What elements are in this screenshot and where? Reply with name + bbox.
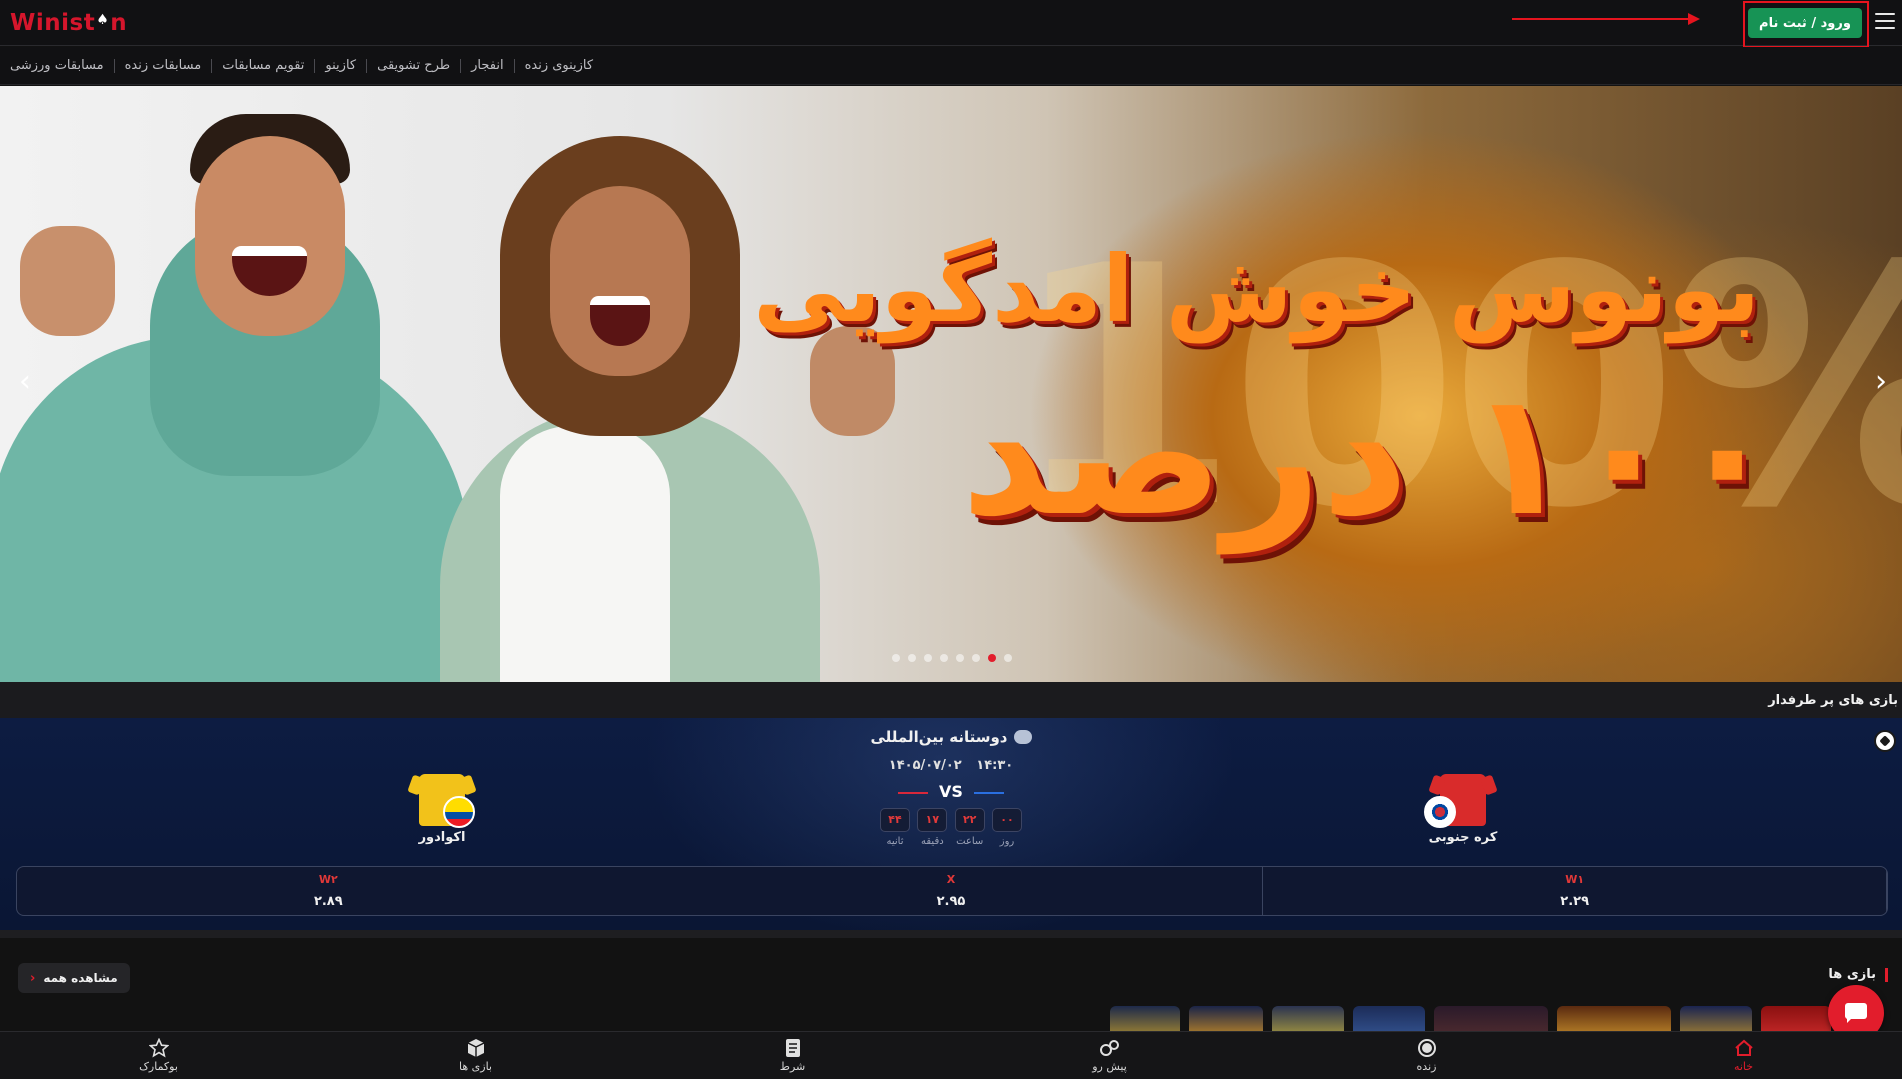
banner-dot[interactable]	[940, 654, 948, 662]
match-time: ۱۴:۳۰	[976, 758, 1014, 773]
person-1-face	[195, 136, 345, 336]
games-title: بازی ها	[1828, 968, 1888, 982]
league-icon	[1013, 730, 1032, 744]
bottom-nav-bookmark[interactable]: بوکمارک	[0, 1032, 317, 1079]
odd-draw[interactable]: X ۲.۹۵	[640, 867, 1264, 915]
vs-line-left	[898, 792, 928, 794]
away-shirt-icon	[419, 774, 475, 828]
upcoming-icon	[951, 1038, 1268, 1058]
login-register-button[interactable]: ورود / ثبت نام	[1748, 8, 1862, 38]
promo-banner[interactable]: 100% بونوس خوش امدگویی ۱۰۰ درصد ‹ ›	[0, 86, 1902, 682]
banner-next-arrow-icon[interactable]: ›	[1866, 362, 1896, 402]
star-icon	[0, 1038, 317, 1058]
home-icon	[1585, 1038, 1902, 1058]
odds-row: W۱ ۲.۲۹ X ۲.۹۵ W۲ ۲.۸۹	[16, 866, 1888, 916]
banner-dot[interactable]	[972, 654, 980, 662]
ecuador-flag-icon	[443, 796, 475, 828]
person-1-fist	[20, 226, 115, 336]
annotation-arrow	[1512, 18, 1692, 20]
popular-title: بازی های پر طرفدار	[1768, 693, 1898, 708]
countdown-days: ۰۰ روز	[992, 808, 1022, 847]
countdown: ۴۴ ثانیه ۱۷ دقیقه ۲۲ ساعت ۰۰ روز	[880, 808, 1022, 847]
banner-dot[interactable]	[908, 654, 916, 662]
bottom-nav-games[interactable]: بازی ها	[317, 1032, 634, 1079]
hamburger-menu-icon[interactable]	[1874, 10, 1896, 32]
spade-icon: ♠	[96, 12, 110, 28]
person-2-shirt	[500, 426, 670, 682]
away-team-name: اکوادور	[418, 830, 466, 845]
banner-dot[interactable]	[956, 654, 964, 662]
nav-promotions[interactable]: طرح تشویقی	[367, 58, 460, 73]
countdown-minutes: ۱۷ دقیقه	[917, 808, 948, 847]
top-bar: Winist ♠ n ورود / ثبت نام	[0, 0, 1902, 48]
banner-subheadline: ۱۰۰ درصد	[960, 356, 1780, 554]
banner-dot[interactable]	[892, 654, 900, 662]
popular-section-header: بازی های پر طرفدار	[0, 682, 1902, 718]
bottom-nav-upcoming[interactable]: پیش رو	[951, 1032, 1268, 1079]
home-team-name: کره جنوبی	[1428, 830, 1498, 845]
betslip-icon	[634, 1038, 951, 1058]
home-shirt-icon	[1424, 774, 1486, 828]
person-2-face	[550, 186, 690, 376]
nav-casino[interactable]: کازینو	[315, 58, 366, 73]
bottom-nav-live[interactable]: زنده	[1268, 1032, 1585, 1079]
nav-crash[interactable]: انفجار	[461, 58, 513, 73]
countdown-seconds: ۴۴ ثانیه	[880, 808, 911, 847]
home-team: کره جنوبی	[1403, 774, 1523, 845]
away-team: اکوادور	[382, 774, 502, 845]
nav-calendar[interactable]: تقویم مسابقات	[212, 58, 314, 73]
banner-dot[interactable]	[988, 654, 996, 662]
countdown-hours: ۲۲ ساعت	[954, 808, 985, 847]
bottom-nav: خانه زنده پیش رو شرط بازی ها بوکمارک	[0, 1031, 1902, 1079]
chevron-left-icon: ‹	[30, 970, 36, 986]
games-icon	[317, 1038, 634, 1058]
see-all-button[interactable]: مشاهده همه ‹	[18, 963, 130, 993]
games-section: بازی ها مشاهده همه ‹	[0, 930, 1902, 1046]
banner-dot[interactable]	[924, 654, 932, 662]
page: Winist ♠ n ورود / ثبت نام مسابقات ورزشی مس…	[0, 0, 1902, 1079]
match-date: ۱۴۰۵/۰۷/۰۲	[888, 758, 962, 773]
bottom-nav-betslip[interactable]: شرط	[634, 1032, 951, 1079]
odd-away-win[interactable]: W۲ ۲.۸۹	[17, 867, 640, 915]
bottom-nav-home[interactable]: خانه	[1585, 1032, 1902, 1079]
league-name: دوستانه بین‌المللی	[0, 728, 1902, 746]
odd-home-win[interactable]: W۱ ۲.۲۹	[1263, 867, 1887, 915]
logo[interactable]: Winist ♠ n	[10, 10, 127, 36]
banner-prev-arrow-icon[interactable]: ‹	[10, 362, 40, 402]
nav-live[interactable]: مسابقات زنده	[115, 58, 212, 73]
vs-label: VS	[939, 782, 963, 801]
match-datetime: ۱۴:۳۰ ۱۴۰۵/۰۷/۰۲	[0, 758, 1902, 773]
main-nav: مسابقات ورزشی مسابقات زنده تقویم مسابقات…	[0, 47, 1902, 85]
banner-dot[interactable]	[1004, 654, 1012, 662]
match-card[interactable]: دوستانه بین‌المللی ۱۴:۳۰ ۱۴۰۵/۰۷/۰۲ VS ۴…	[0, 718, 1902, 930]
south-korea-flag-icon	[1424, 796, 1456, 828]
banner-headline: بونوس خوش امدگویی	[753, 236, 1760, 343]
vs-line-right	[974, 792, 1004, 794]
banner-pagination	[892, 654, 1012, 662]
annotation-arrow-head	[1688, 13, 1700, 25]
nav-live-casino[interactable]: کازینوی زنده	[515, 58, 604, 73]
live-icon	[1268, 1038, 1585, 1058]
nav-sports[interactable]: مسابقات ورزشی	[0, 58, 114, 73]
